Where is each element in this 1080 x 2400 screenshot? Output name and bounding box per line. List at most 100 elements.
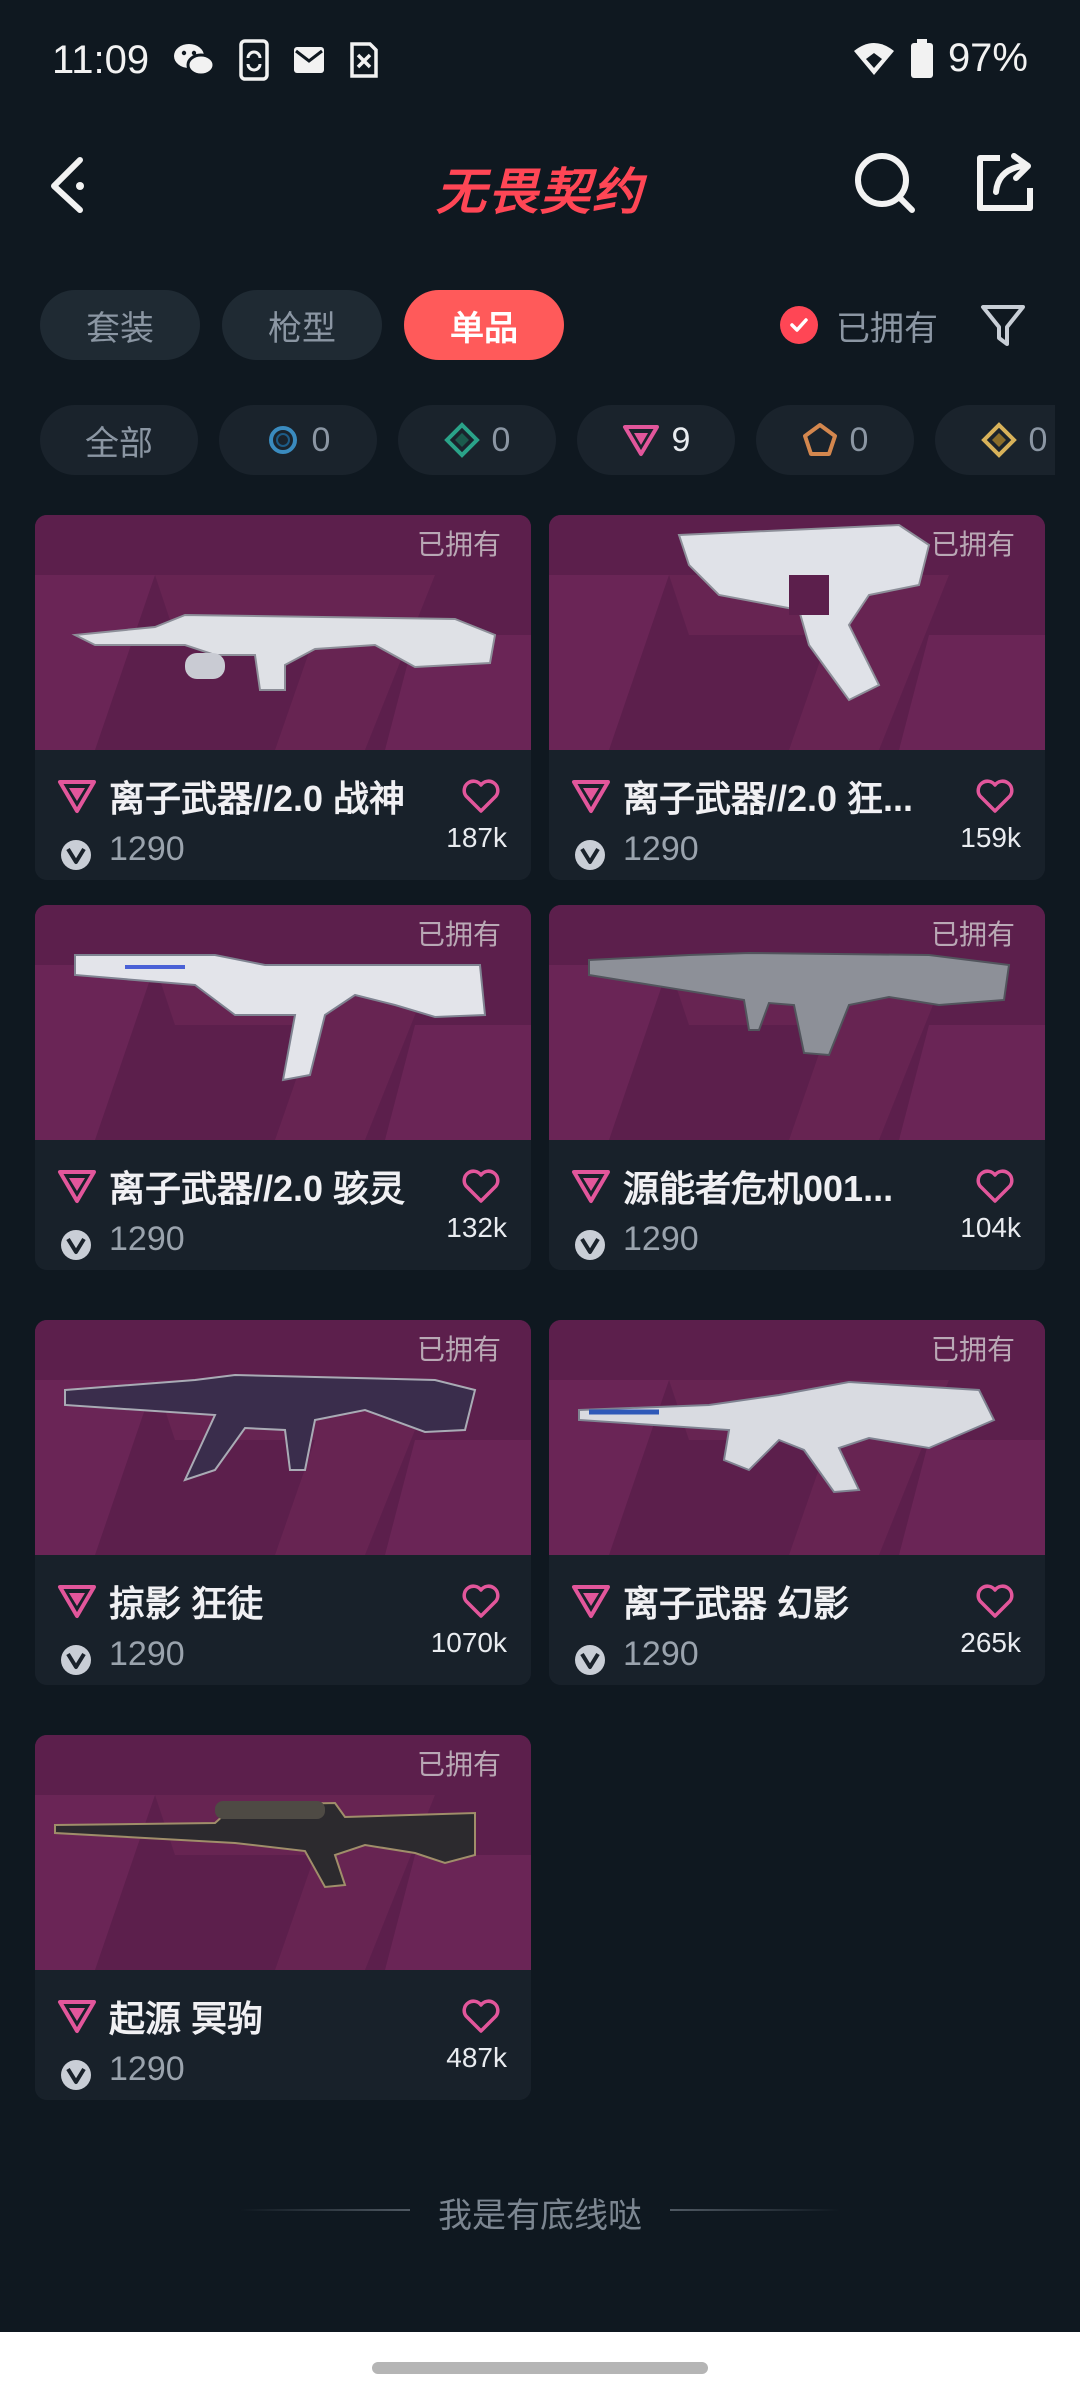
item-card[interactable]: 已拥有 离子武器 幻影 1290 265k	[549, 1320, 1045, 1685]
item-info: 掠影 狂徒 1290 1070k	[35, 1555, 531, 1685]
premium-tier-triangle-icon	[572, 1585, 610, 1618]
rarity-filter-row: 全部 0 0 9 0 0	[0, 405, 1055, 475]
premium-tier-triangle-icon	[572, 1170, 610, 1203]
share-icon[interactable]	[970, 148, 1040, 218]
favorite-heart-icon[interactable]	[461, 1998, 501, 2034]
item-info: 起源 冥驹 1290 487k	[35, 1970, 531, 2100]
status-bar: 11:09 97%	[0, 0, 1080, 130]
owned-badge: 已拥有	[416, 1749, 501, 1780]
favorite-heart-icon[interactable]	[461, 778, 501, 814]
item-artwork: 已拥有	[35, 515, 531, 750]
item-likes: 1070k	[430, 1627, 507, 1658]
wifi-icon	[853, 42, 894, 75]
item-name: 掠影 狂徒	[109, 1583, 264, 1624]
item-info: 离子武器 幻影 1290 265k	[549, 1555, 1045, 1685]
item-card[interactable]: 已拥有 源能者危机001... 1290 104k	[549, 905, 1045, 1270]
no-sim-icon	[350, 42, 378, 78]
item-likes: 104k	[960, 1212, 1021, 1243]
chip-deluxe-count: 0	[491, 420, 511, 459]
item-price: 1290	[109, 2050, 185, 2088]
item-price: 1290	[623, 1635, 699, 1673]
chip-select-count: 0	[311, 420, 331, 459]
tab-weapon-type[interactable]: 枪型	[222, 290, 382, 360]
premium-tier-triangle-icon	[58, 780, 96, 813]
chip-exclusive-tier[interactable]: 0	[756, 405, 914, 475]
item-likes: 132k	[446, 1212, 507, 1243]
valorant-points-icon	[575, 840, 605, 870]
item-price: 1290	[109, 830, 185, 868]
valorant-points-icon	[61, 1230, 91, 1260]
item-price: 1290	[109, 1635, 185, 1673]
owned-badge: 已拥有	[416, 919, 501, 950]
favorite-heart-icon[interactable]	[975, 1168, 1015, 1204]
valorant-points-icon	[61, 840, 91, 870]
item-name: 离子武器//2.0 骇灵	[109, 1168, 406, 1209]
system-nav-bar	[0, 2332, 1080, 2400]
chip-all-label: 全部	[85, 424, 153, 463]
favorite-heart-icon[interactable]	[975, 1583, 1015, 1619]
item-likes: 487k	[446, 2042, 507, 2073]
mail-icon	[294, 47, 324, 73]
divider-right	[670, 2209, 840, 2211]
owned-badge: 已拥有	[930, 1334, 1015, 1365]
phone-sync-icon	[239, 39, 269, 81]
item-info: 离子武器//2.0 狂... 1290 159k	[549, 750, 1045, 880]
chip-exclusive-count: 0	[849, 420, 869, 459]
item-card[interactable]: 已拥有 离子武器//2.0 战神 1290 187k	[35, 515, 531, 880]
chip-deluxe-tier[interactable]: 0	[398, 405, 556, 475]
item-artwork: 已拥有	[549, 1320, 1045, 1555]
item-info: 离子武器//2.0 骇灵 1290 132k	[35, 1140, 531, 1270]
chip-all[interactable]: 全部	[40, 405, 198, 475]
top-app-bar: 无畏契约	[0, 130, 1080, 240]
item-price: 1290	[623, 1220, 699, 1258]
valorant-points-icon	[575, 1645, 605, 1675]
tab-single-item[interactable]: 单品	[404, 290, 564, 360]
chip-select-tier[interactable]: 0	[219, 405, 377, 475]
chip-premium-count: 9	[671, 420, 691, 459]
favorite-heart-icon[interactable]	[975, 778, 1015, 814]
valorant-points-icon	[61, 1645, 91, 1675]
chip-ultra-tier[interactable]: 0	[935, 405, 1055, 475]
item-likes: 187k	[446, 822, 507, 853]
filter-icon[interactable]	[978, 300, 1028, 350]
status-right: 97%	[852, 36, 1028, 81]
item-card[interactable]: 已拥有 离子武器//2.0 狂... 1290 159k	[549, 515, 1045, 880]
owned-badge: 已拥有	[930, 919, 1015, 950]
item-price: 1290	[623, 830, 699, 868]
item-name: 离子武器//2.0 战神	[109, 778, 406, 819]
favorite-heart-icon[interactable]	[461, 1583, 501, 1619]
item-info: 离子武器//2.0 战神 1290 187k	[35, 750, 531, 880]
item-artwork: 已拥有	[35, 905, 531, 1140]
home-gesture-handle[interactable]	[372, 2362, 708, 2374]
item-artwork: 已拥有	[549, 515, 1045, 750]
wechat-icon	[174, 44, 216, 77]
owned-filter-toggle[interactable]: 已拥有	[780, 295, 938, 355]
item-price: 1290	[109, 1220, 185, 1258]
item-likes: 159k	[960, 822, 1021, 853]
notification-icons	[172, 38, 380, 82]
exclusive-tier-pentagon-icon	[802, 423, 837, 456]
search-icon[interactable]	[850, 148, 920, 218]
favorite-heart-icon[interactable]	[461, 1168, 501, 1204]
checkmark-icon	[780, 306, 818, 344]
valorant-points-icon	[61, 2060, 91, 2090]
premium-tier-triangle-icon	[58, 2000, 96, 2033]
item-card[interactable]: 已拥有 起源 冥驹 1290 487k	[35, 1735, 531, 2100]
tab-suits[interactable]: 套装	[40, 290, 200, 360]
owned-filter-label: 已拥有	[836, 309, 938, 348]
item-card[interactable]: 已拥有 掠影 狂徒 1290 1070k	[35, 1320, 531, 1685]
item-likes: 265k	[960, 1627, 1021, 1658]
status-time: 11:09	[52, 38, 150, 82]
valorant-points-icon	[575, 1230, 605, 1260]
item-name: 起源 冥驹	[109, 1998, 264, 2039]
owned-badge: 已拥有	[416, 1334, 501, 1365]
premium-tier-triangle-icon	[58, 1170, 96, 1203]
chip-premium-tier[interactable]: 9	[577, 405, 735, 475]
battery-icon	[910, 38, 933, 78]
owned-badge: 已拥有	[416, 529, 501, 560]
owned-badge: 已拥有	[930, 529, 1015, 560]
premium-tier-triangle-icon	[622, 425, 659, 456]
premium-tier-triangle-icon	[572, 780, 610, 813]
item-artwork: 已拥有	[549, 905, 1045, 1140]
item-card[interactable]: 已拥有 离子武器//2.0 骇灵 1290 132k	[35, 905, 531, 1270]
